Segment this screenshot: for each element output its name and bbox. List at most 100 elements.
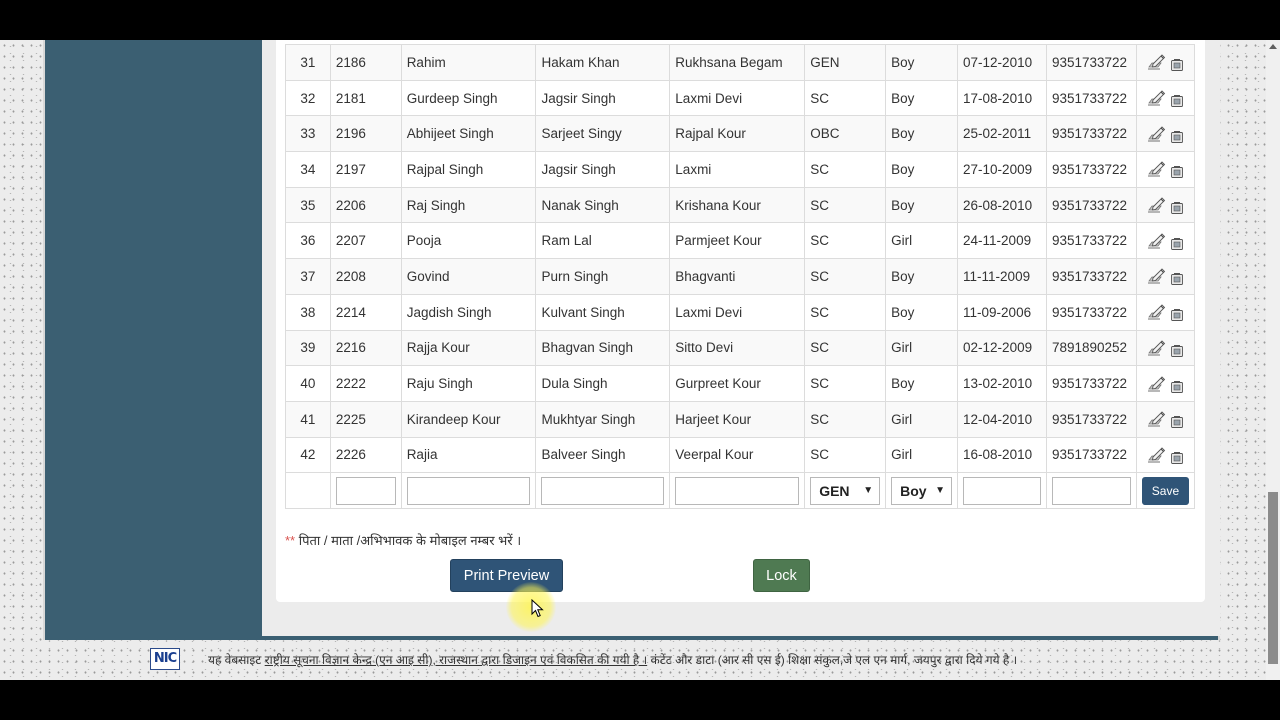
cell-dob: 25-02-2011 [957,115,1047,153]
delete-icon[interactable] [1170,94,1184,108]
cell-mobile: 9351733722 [1045,365,1137,402]
cell-category: SC [804,79,887,117]
row-actions [1135,44,1196,81]
delete-icon[interactable] [1170,165,1184,179]
row-actions [1135,436,1196,474]
required-stars: ** [285,533,296,548]
delete-icon[interactable] [1170,201,1184,215]
cell-mother: Rukhsana Begam [669,44,806,81]
delete-icon[interactable] [1170,272,1184,286]
row-actions [1135,329,1196,367]
new-id-cell [329,472,402,509]
gender-select[interactable]: Boy ▼ [891,476,953,505]
cell-id: 2216 [329,329,402,367]
edit-pencil-icon[interactable] [1147,53,1166,71]
cell-sn: 35 [285,186,331,224]
cell-mother: Parmjeet Kour [669,222,806,260]
edit-pencil-icon[interactable] [1147,410,1166,428]
id-input[interactable] [335,476,396,505]
cell-father: Bhagvan Singh [535,329,671,367]
nic-logo: NIC [150,648,180,670]
cell-dob: 24-11-2009 [957,222,1047,260]
cell-category: SC [804,293,887,331]
cell-sn: 41 [285,400,331,438]
edit-pencil-icon[interactable] [1147,267,1166,285]
row-actions [1135,186,1196,224]
scroll-thumb[interactable] [1268,492,1278,664]
save-button[interactable]: Save [1141,476,1189,505]
footer-suffix: कंटेंट और डाटा (आर सी एस ई) शिक्षा संकुल… [647,653,1018,667]
table-row: 32 2181 Gurdeep Singh Jagsir Singh Laxmi Dev… [285,79,1196,117]
cell-sn: 42 [285,436,331,474]
new-dob-cell [957,472,1047,509]
nic-link[interactable]: राष्ट्रीय सूचना विज्ञान केन्द्र (एन आइ स… [265,653,647,667]
cell-gender: Girl [885,400,959,438]
cell-gender: Girl [885,329,959,367]
mobile-input[interactable] [1051,476,1131,505]
cell-name: Rahim [400,44,537,81]
cell-father: Balveer Singh [535,436,671,474]
cell-dob: 11-11-2009 [957,258,1047,295]
cell-dob: 16-08-2010 [957,436,1047,474]
name-input[interactable] [406,476,531,505]
cell-category: GEN [804,44,887,81]
delete-icon[interactable] [1170,130,1184,144]
cell-mobile: 9351733722 [1045,186,1137,224]
father-name-input[interactable] [541,476,665,505]
edit-pencil-icon[interactable] [1147,375,1166,393]
cell-dob: 12-04-2010 [957,400,1047,438]
new-gender-cell: Boy ▼ [885,472,959,509]
footer-prefix: यह वेबसाइट [208,653,265,667]
new-sn-cell [285,472,331,509]
cell-name: Rajia [400,436,537,474]
row-actions [1135,151,1196,188]
edit-pencil-icon[interactable] [1147,160,1166,178]
page-scrollbar[interactable] [1266,40,1280,680]
cell-dob: 17-08-2010 [957,79,1047,117]
cell-id: 2186 [329,44,402,81]
scroll-up-arrow-icon[interactable] [1266,42,1280,54]
edit-pencil-icon[interactable] [1147,89,1166,107]
cell-father: Nanak Singh [535,186,671,224]
delete-icon[interactable] [1170,415,1184,429]
cell-id: 2196 [329,115,402,153]
cell-id: 2222 [329,365,402,402]
delete-icon[interactable] [1170,58,1184,72]
edit-pencil-icon[interactable] [1147,446,1166,464]
table-row: 42 2226 Rajia Balveer Singh Veerpal Kour SC Gi… [285,436,1196,474]
row-actions [1135,258,1196,295]
row-actions [1135,400,1196,438]
category-select[interactable]: GEN ▼ [810,476,881,505]
cell-category: SC [804,186,887,224]
cell-id: 2226 [329,436,402,474]
edit-pencil-icon[interactable] [1147,232,1166,250]
delete-icon[interactable] [1170,344,1184,358]
cell-name: Rajpal Singh [400,151,537,188]
mother-name-input[interactable] [675,476,800,505]
cell-sn: 39 [285,329,331,367]
cell-id: 2197 [329,151,402,188]
edit-pencil-icon[interactable] [1147,303,1166,321]
delete-icon[interactable] [1170,308,1184,322]
cell-mother: Laxmi [669,151,806,188]
cell-father: Jagsir Singh [535,151,671,188]
delete-icon[interactable] [1170,380,1184,394]
cell-id: 2214 [329,293,402,331]
edit-pencil-icon[interactable] [1147,125,1166,143]
delete-icon[interactable] [1170,451,1184,465]
cell-mother: Harjeet Kour [669,400,806,438]
dob-input[interactable] [963,476,1041,505]
cell-mother: Laxmi Devi [669,79,806,117]
delete-icon[interactable] [1170,237,1184,251]
mouse-cursor-icon [531,599,544,618]
edit-pencil-icon[interactable] [1147,196,1166,214]
cell-category: SC [804,365,887,402]
cell-id: 2206 [329,186,402,224]
cell-id: 2225 [329,400,402,438]
edit-pencil-icon[interactable] [1147,339,1166,357]
cell-sn: 33 [285,115,331,153]
cell-sn: 32 [285,79,331,117]
cell-id: 2181 [329,79,402,117]
cell-gender: Girl [885,436,959,474]
lock-button[interactable]: Lock [753,559,810,592]
